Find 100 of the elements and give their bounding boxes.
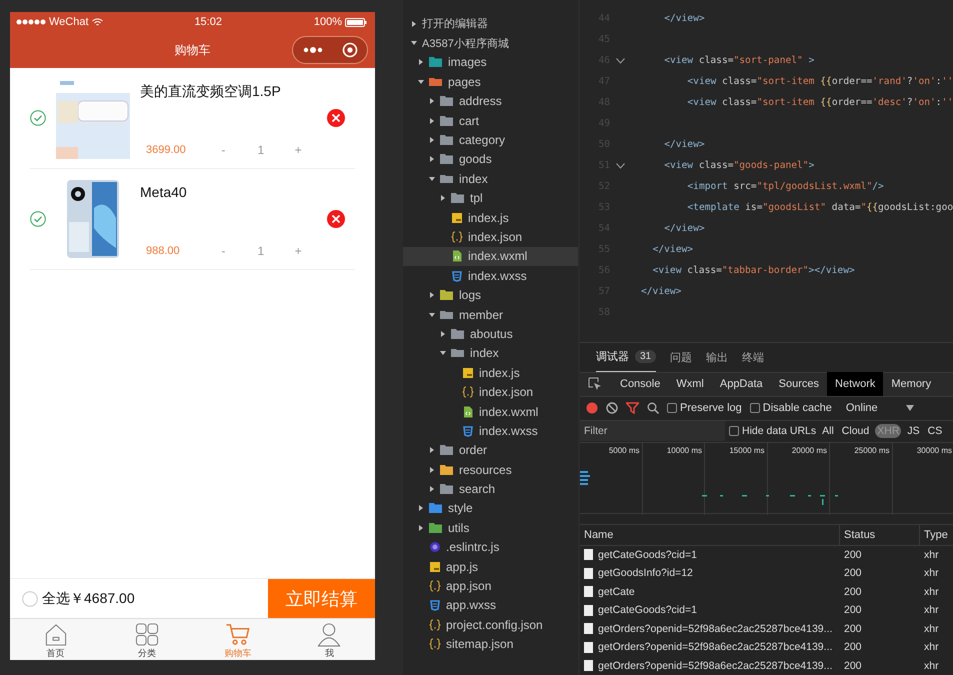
request-name[interactable]: getOrders?openid=52f98a6ec2ac25287bce4139...	[598, 641, 832, 654]
panel-tab[interactable]: 问题	[670, 342, 692, 372]
capsule-button[interactable]	[292, 36, 368, 64]
expand-arrow-icon[interactable]	[418, 78, 424, 85]
delete-icon[interactable]	[327, 109, 345, 127]
fold-chevron-icon[interactable]	[616, 58, 625, 64]
file-tree-item[interactable]: logs	[403, 285, 578, 305]
filter-input[interactable]: Filter	[580, 421, 725, 441]
file-tree-item[interactable]: address	[403, 92, 578, 111]
request-name[interactable]: getCate	[598, 586, 635, 598]
file-tree-item[interactable]: app.js	[403, 556, 578, 576]
file-tree-item[interactable]: aboutus	[403, 324, 578, 344]
dropdown-caret-icon[interactable]	[906, 405, 914, 411]
tab-bar-item[interactable]: 我	[284, 619, 375, 660]
tab-bar-item[interactable]: 分类	[101, 619, 192, 660]
collapse-arrow-icon[interactable]	[440, 195, 446, 202]
file-tree-item[interactable]: index	[403, 169, 578, 189]
file-tree-item[interactable]: index.wxss	[403, 266, 578, 286]
file-tree-item[interactable]: resources	[403, 460, 578, 480]
fold-chevron-icon[interactable]	[616, 162, 625, 168]
collapse-arrow-icon[interactable]	[418, 505, 424, 512]
file-tree-item[interactable]: member	[403, 304, 578, 324]
expand-arrow-icon[interactable]	[440, 350, 446, 356]
devtools-tab[interactable]: AppData	[712, 372, 771, 396]
panel-tab[interactable]: 输出	[706, 342, 728, 372]
request-name[interactable]: getGoodsInfo?id=12	[598, 567, 693, 580]
type-filter[interactable]: Cloud	[840, 424, 872, 438]
check-circle-icon[interactable]	[30, 211, 46, 227]
collapse-arrow-icon[interactable]	[429, 137, 435, 144]
file-tree-item[interactable]: index.wxml	[403, 246, 578, 266]
devtools-tab[interactable]: Network	[827, 372, 884, 396]
explorer-section[interactable]: 打开的编辑器	[403, 14, 578, 34]
collapse-arrow-icon[interactable]	[440, 330, 446, 337]
file-tree-item[interactable]: pages	[403, 72, 578, 92]
file-tree-item[interactable]: sitemap.json	[403, 634, 578, 654]
collapse-arrow-icon[interactable]	[429, 292, 435, 298]
check-circle-icon[interactable]	[30, 110, 46, 126]
file-tree-item[interactable]: .eslintrc.js	[403, 538, 578, 557]
file-tree-item[interactable]: tpl	[403, 188, 578, 208]
filter-icon[interactable]	[626, 402, 639, 414]
file-tree-item[interactable]: index.js	[403, 208, 578, 228]
type-filter[interactable]: JS	[905, 424, 922, 438]
file-tree-item[interactable]: app.json	[403, 576, 578, 596]
select-all-label[interactable]: 全选	[42, 590, 70, 608]
file-tree-item[interactable]: style	[403, 498, 578, 518]
request-name[interactable]: getCateGoods?cid=1	[598, 548, 697, 561]
collapse-arrow-icon[interactable]	[429, 486, 435, 492]
file-tree-item[interactable]: index.json	[403, 227, 578, 247]
column-header[interactable]: Type	[920, 524, 948, 544]
file-tree-item[interactable]: goods	[403, 150, 578, 170]
type-filter[interactable]: All	[820, 424, 836, 438]
expand-arrow-icon[interactable]	[411, 40, 417, 46]
file-tree-item[interactable]: index	[403, 344, 578, 364]
devtools-tab[interactable]: Sources	[770, 372, 828, 396]
file-tree-item[interactable]: index.js	[403, 363, 578, 382]
explorer-section[interactable]: A3587小程序商城	[403, 33, 578, 53]
close-mini-program-icon[interactable]	[342, 42, 358, 58]
file-tree-item[interactable]: category	[403, 130, 578, 150]
file-tree-item[interactable]: utils	[403, 518, 578, 538]
column-header[interactable]: Name	[580, 524, 840, 544]
file-tree-item[interactable]: index.wxml	[403, 402, 578, 422]
devtools-tab[interactable]: Console	[612, 372, 668, 396]
clear-icon[interactable]	[606, 402, 618, 414]
file-tree-item[interactable]: index.json	[403, 382, 578, 402]
preserve-log-checkbox[interactable]: Preserve log	[667, 402, 742, 414]
request-name[interactable]: getCateGoods?cid=1	[598, 604, 697, 616]
file-tree-item[interactable]: images	[403, 52, 578, 72]
collapse-arrow-icon[interactable]	[429, 156, 435, 162]
radio-circle-icon[interactable]	[22, 590, 38, 606]
file-tree-item[interactable]: search	[403, 479, 578, 499]
collapse-arrow-icon[interactable]	[429, 466, 435, 473]
file-tree-item[interactable]: app.wxss	[403, 596, 578, 616]
request-name[interactable]: getOrders?openid=52f98a6ec2ac25287bce4139...	[598, 622, 832, 635]
file-tree-item[interactable]: project.config.json	[403, 615, 578, 634]
more-icon[interactable]	[302, 47, 322, 53]
hide-data-urls-checkbox[interactable]: Hide data URLs	[729, 425, 816, 437]
collapse-arrow-icon[interactable]	[418, 524, 424, 531]
collapse-arrow-icon[interactable]	[429, 118, 435, 124]
record-icon[interactable]	[586, 402, 598, 414]
disable-cache-checkbox[interactable]: Disable cache	[750, 402, 832, 414]
delete-icon[interactable]	[327, 210, 345, 228]
expand-arrow-icon[interactable]	[429, 312, 435, 318]
file-tree-item[interactable]: index.wxss	[403, 421, 578, 441]
collapse-arrow-icon[interactable]	[429, 447, 435, 454]
tab-bar-item[interactable]: 首页	[10, 619, 102, 660]
collapse-arrow-icon[interactable]	[429, 98, 435, 104]
collapse-arrow-icon[interactable]	[418, 59, 424, 66]
request-name[interactable]: getOrders?openid=52f98a6ec2ac25287bce4139...	[598, 660, 832, 672]
expand-arrow-icon[interactable]	[429, 176, 435, 182]
panel-tab[interactable]: 终端	[742, 342, 764, 372]
file-tree-item[interactable]: cart	[403, 110, 578, 130]
inspect-icon[interactable]	[588, 377, 602, 391]
throttling-dropdown[interactable]: Online	[846, 402, 878, 414]
type-filter[interactable]: CS	[926, 424, 944, 438]
collapse-arrow-icon[interactable]	[411, 20, 417, 27]
column-header[interactable]: Status	[840, 524, 920, 544]
devtools-tab[interactable]: Wxml	[668, 372, 712, 396]
devtools-tab[interactable]: Memory	[883, 372, 940, 396]
file-tree-item[interactable]: order	[403, 440, 578, 460]
search-icon[interactable]	[647, 402, 659, 414]
